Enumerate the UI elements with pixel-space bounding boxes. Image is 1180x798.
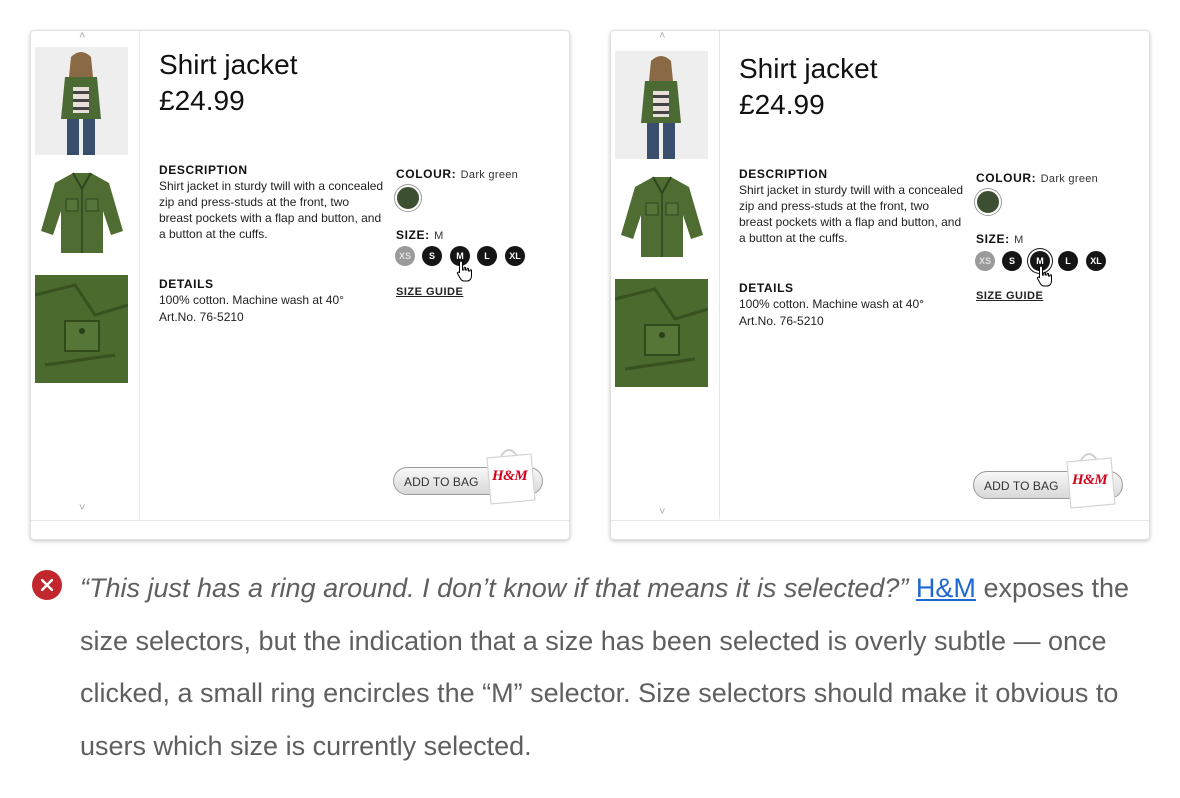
colour-section: COLOUR: Dark green — [976, 169, 1136, 187]
colour-swatch-dark-green[interactable] — [975, 189, 1001, 215]
details-label: DETAILS — [739, 281, 794, 295]
size-value: M — [1014, 234, 1024, 246]
product-title: Shirt jacket — [739, 53, 878, 84]
hm-logo: H&M — [1072, 472, 1108, 488]
add-to-bag-label: ADD TO BAG — [404, 475, 479, 489]
hm-logo: H&M — [492, 468, 528, 484]
size-l-button[interactable]: L — [1058, 251, 1078, 271]
size-m-button[interactable]: M — [450, 246, 470, 266]
scroll-down-icon[interactable]: ˅ — [659, 507, 665, 518]
size-label: SIZE: — [976, 232, 1010, 246]
thumbnail-column: ˄ ˅ — [31, 31, 140, 519]
size-guide-link[interactable]: SIZE GUIDE — [396, 286, 463, 298]
product-panel-after: ˄ ˅ Shirt jacket £24.99 DESCRIPTION Shir… — [610, 30, 1150, 540]
description-label: DESCRIPTION — [159, 163, 248, 177]
size-guide-link[interactable]: SIZE GUIDE — [976, 290, 1043, 302]
size-xl-button[interactable]: XL — [505, 246, 525, 266]
divider — [31, 520, 569, 521]
product-panel-before: ˄ ˅ Shirt jacket £24.99 DESCRIPTION Shir… — [30, 30, 570, 540]
details-line-1: 100% cotton. Machine wash at 40° — [739, 297, 924, 311]
colour-value: Dark green — [1040, 173, 1099, 185]
size-section: SIZE: M — [976, 230, 1024, 248]
user-quote: “This just has a ring around. I don’t kn… — [80, 573, 909, 603]
thumbnail-model[interactable] — [35, 47, 128, 155]
size-m-button-selected[interactable]: M — [1030, 251, 1050, 271]
colour-swatch-dark-green[interactable] — [395, 185, 421, 211]
colour-section: COLOUR: Dark green — [396, 165, 556, 183]
thumbnail-jacket[interactable] — [615, 165, 708, 273]
size-xs-button[interactable]: XS — [395, 246, 415, 266]
size-s-button[interactable]: S — [1002, 251, 1022, 271]
size-value: M — [434, 230, 444, 242]
size-xl-button[interactable]: XL — [1086, 251, 1106, 271]
thumbnail-detail[interactable] — [35, 275, 128, 383]
hm-link[interactable]: H&M — [916, 573, 976, 603]
add-to-bag-button[interactable]: ADD TO BAG H&M — [393, 449, 543, 505]
size-l-button[interactable]: L — [477, 246, 497, 266]
product-price: £24.99 — [159, 85, 245, 116]
divider — [611, 520, 1149, 521]
size-section: SIZE: M — [396, 226, 444, 244]
colour-value: Dark green — [460, 169, 519, 181]
product-price: £24.99 — [739, 89, 825, 120]
details-section: DETAILS 100% cotton. Machine wash at 40°… — [739, 281, 964, 329]
thumbnail-jacket[interactable] — [35, 161, 128, 269]
add-to-bag-button[interactable]: ADD TO BAG H&M — [973, 453, 1123, 509]
details-line-2: Art.No. 76-5210 — [159, 310, 244, 324]
colour-label: COLOUR: — [396, 167, 457, 181]
product-title: Shirt jacket — [159, 49, 298, 80]
size-s-button[interactable]: S — [422, 246, 442, 266]
description-label: DESCRIPTION — [739, 167, 828, 181]
add-to-bag-label: ADD TO BAG — [984, 479, 1059, 493]
details-section: DETAILS 100% cotton. Machine wash at 40°… — [159, 277, 384, 325]
thumbnail-detail[interactable] — [615, 279, 708, 387]
thumbnail-column: ˄ ˅ — [611, 31, 720, 519]
error-x-icon — [32, 570, 62, 600]
details-line-2: Art.No. 76-5210 — [739, 314, 824, 328]
description-text: Shirt jacket in sturdy twill with a conc… — [739, 183, 964, 245]
description-section: DESCRIPTION Shirt jacket in sturdy twill… — [159, 163, 384, 242]
scroll-up-icon[interactable]: ˄ — [659, 31, 665, 42]
description-text: Shirt jacket in sturdy twill with a conc… — [159, 179, 384, 241]
size-xs-button[interactable]: XS — [975, 251, 995, 271]
details-line-1: 100% cotton. Machine wash at 40° — [159, 293, 344, 307]
thumbnail-model[interactable] — [615, 51, 708, 159]
colour-label: COLOUR: — [976, 171, 1037, 185]
caption-text: “This just has a ring around. I don’t kn… — [80, 562, 1140, 772]
description-section: DESCRIPTION Shirt jacket in sturdy twill… — [739, 167, 964, 246]
scroll-up-icon[interactable]: ˄ — [79, 31, 85, 42]
details-label: DETAILS — [159, 277, 214, 291]
size-label: SIZE: — [396, 228, 430, 242]
scroll-down-icon[interactable]: ˅ — [79, 503, 85, 514]
